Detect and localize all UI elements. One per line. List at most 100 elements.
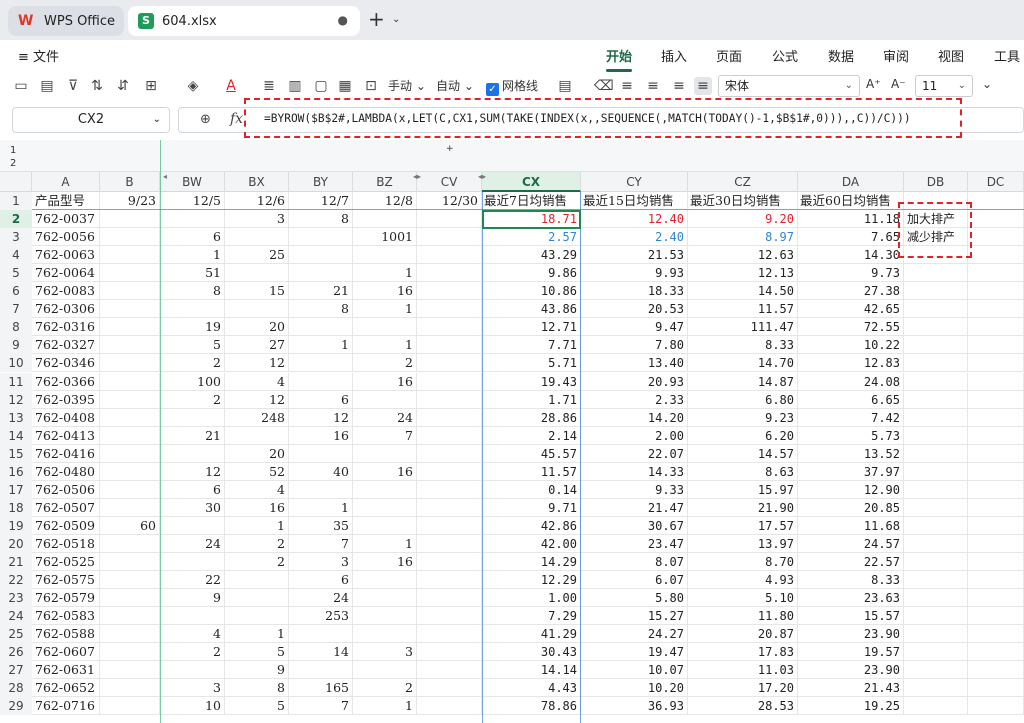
cell-bz[interactable] xyxy=(353,661,417,680)
cell-cy[interactable]: 20.93 xyxy=(581,372,688,391)
cell-a[interactable]: 762-0063 xyxy=(32,246,100,265)
cell-cv[interactable] xyxy=(417,354,482,373)
zoom-icon[interactable]: ⊕ xyxy=(200,112,211,127)
cell-b[interactable] xyxy=(100,282,160,301)
cell-da[interactable]: 9.73 xyxy=(798,264,904,283)
tab-home-ribbon[interactable]: 开始 xyxy=(606,46,632,65)
cell-bz[interactable] xyxy=(353,480,417,499)
cell-dc[interactable] xyxy=(968,390,1024,409)
cell-b[interactable] xyxy=(100,534,160,553)
cell-b[interactable] xyxy=(100,246,160,265)
font-size-select[interactable]: 11 ⌄ xyxy=(915,75,973,97)
cell-cz[interactable]: 17.83 xyxy=(688,643,798,662)
cell-cv[interactable] xyxy=(417,372,482,391)
tab-page[interactable]: 页面 xyxy=(716,46,742,65)
cell-a[interactable]: 762-0525 xyxy=(32,553,100,571)
cell-bx[interactable]: 4 xyxy=(225,372,289,391)
cell-bw[interactable]: 24 xyxy=(160,534,225,553)
cell-bx[interactable]: 1 xyxy=(225,516,289,535)
column-header-by[interactable]: BY xyxy=(289,172,353,192)
cell-bx[interactable]: 1 xyxy=(225,625,289,644)
cell-by[interactable] xyxy=(289,228,353,247)
more-chevron-icon[interactable]: ⌄ xyxy=(982,77,992,91)
cell-da[interactable]: 13.52 xyxy=(798,444,904,463)
cell-cz[interactable]: 9.20 xyxy=(688,210,798,229)
cell-cy[interactable]: 2.00 xyxy=(581,426,688,445)
row-header[interactable]: 25 xyxy=(0,625,32,644)
cell-bw[interactable]: 2 xyxy=(160,390,225,409)
cell-a[interactable]: 762-0346 xyxy=(32,354,100,373)
cell-bx[interactable] xyxy=(225,589,289,608)
cell-cx[interactable]: 2.57 xyxy=(482,228,581,247)
gridlines-checkbox[interactable]: ✓ 网格线 xyxy=(486,77,538,96)
row-header[interactable]: 18 xyxy=(0,498,32,517)
cell-cv[interactable] xyxy=(417,318,482,337)
cell-db[interactable] xyxy=(904,589,968,608)
cell-bw[interactable]: 19 xyxy=(160,318,225,337)
row-header[interactable]: 6 xyxy=(0,282,32,301)
cell-da[interactable]: 5.73 xyxy=(798,426,904,445)
cell-bx[interactable] xyxy=(225,228,289,247)
cell-dc[interactable] xyxy=(968,462,1024,481)
cell-a[interactable]: 762-0507 xyxy=(32,498,100,517)
cell-da[interactable]: 10.22 xyxy=(798,336,904,355)
cell-db[interactable] xyxy=(904,607,968,626)
cell-bw[interactable]: 100 xyxy=(160,372,225,391)
cell-cy[interactable]: 21.47 xyxy=(581,498,688,517)
cell-b[interactable] xyxy=(100,480,160,499)
cell-cv[interactable] xyxy=(417,390,482,409)
align-left-icon[interactable]: ≡ xyxy=(618,77,636,95)
cell-cz[interactable]: 8.63 xyxy=(688,462,798,481)
cell-by[interactable]: 6 xyxy=(289,390,353,409)
cell-da[interactable]: 7.42 xyxy=(798,408,904,427)
cell-da[interactable]: 22.57 xyxy=(798,553,904,571)
cell-b[interactable] xyxy=(100,625,160,644)
cell-bw[interactable]: 2 xyxy=(160,354,225,373)
column-header-bw[interactable]: BW xyxy=(160,172,225,192)
cell-cz[interactable]: 12.63 xyxy=(688,246,798,265)
cell-bw[interactable] xyxy=(160,516,225,535)
cell-cz[interactable]: 111.47 xyxy=(688,318,798,337)
cell-db[interactable] xyxy=(904,390,968,409)
cell-da[interactable]: 14.30 xyxy=(798,246,904,265)
cell-cx[interactable]: 11.57 xyxy=(482,462,581,481)
cell-cv[interactable] xyxy=(417,426,482,445)
cell-a[interactable]: 762-0583 xyxy=(32,607,100,626)
cell-bx[interactable]: 9 xyxy=(225,661,289,680)
row-header[interactable]: 11 xyxy=(0,372,32,391)
cell-cy[interactable]: 6.07 xyxy=(581,571,688,590)
cell-bz[interactable] xyxy=(353,589,417,608)
cell-by[interactable]: 35 xyxy=(289,516,353,535)
cell-a[interactable]: 762-0506 xyxy=(32,480,100,499)
cell-bz[interactable] xyxy=(353,444,417,463)
cell-by[interactable]: 165 xyxy=(289,679,353,698)
font-color-icon[interactable]: A xyxy=(222,77,240,95)
row-header[interactable]: 13 xyxy=(0,408,32,427)
cell-bx[interactable]: 12 xyxy=(225,390,289,409)
cell-a[interactable]: 762-0579 xyxy=(32,589,100,608)
cell-cy[interactable]: 9.93 xyxy=(581,264,688,283)
column-header-db[interactable]: DB xyxy=(904,172,968,192)
cell-bz[interactable] xyxy=(353,625,417,644)
cell-dc[interactable] xyxy=(968,408,1024,427)
table-icon[interactable]: ▦ xyxy=(336,77,354,95)
cell-cy[interactable]: 30.67 xyxy=(581,516,688,535)
cell-cz[interactable]: 8.97 xyxy=(688,228,798,247)
cell-a[interactable]: 762-0575 xyxy=(32,571,100,590)
cell-dc[interactable] xyxy=(968,264,1024,283)
cell-cv[interactable] xyxy=(417,444,482,463)
row-header[interactable]: 15 xyxy=(0,444,32,463)
layout-icon[interactable]: ▤ xyxy=(556,77,574,95)
header-cell-da[interactable]: 最近60日均销售 xyxy=(798,192,904,210)
cell-a[interactable]: 762-0064 xyxy=(32,264,100,283)
column-header-cz[interactable]: CZ xyxy=(688,172,798,192)
cell-cy[interactable]: 20.53 xyxy=(581,300,688,319)
format-painter-icon[interactable]: ▤ xyxy=(38,77,56,95)
cell-da[interactable]: 21.43 xyxy=(798,679,904,698)
cell-b[interactable] xyxy=(100,408,160,427)
fx-icon[interactable]: fx xyxy=(230,111,243,127)
column-header-bz[interactable]: BZ xyxy=(353,172,417,192)
cell-da[interactable]: 42.65 xyxy=(798,300,904,319)
header-cell-dc[interactable] xyxy=(968,192,1024,210)
cell-cz[interactable]: 14.50 xyxy=(688,282,798,301)
